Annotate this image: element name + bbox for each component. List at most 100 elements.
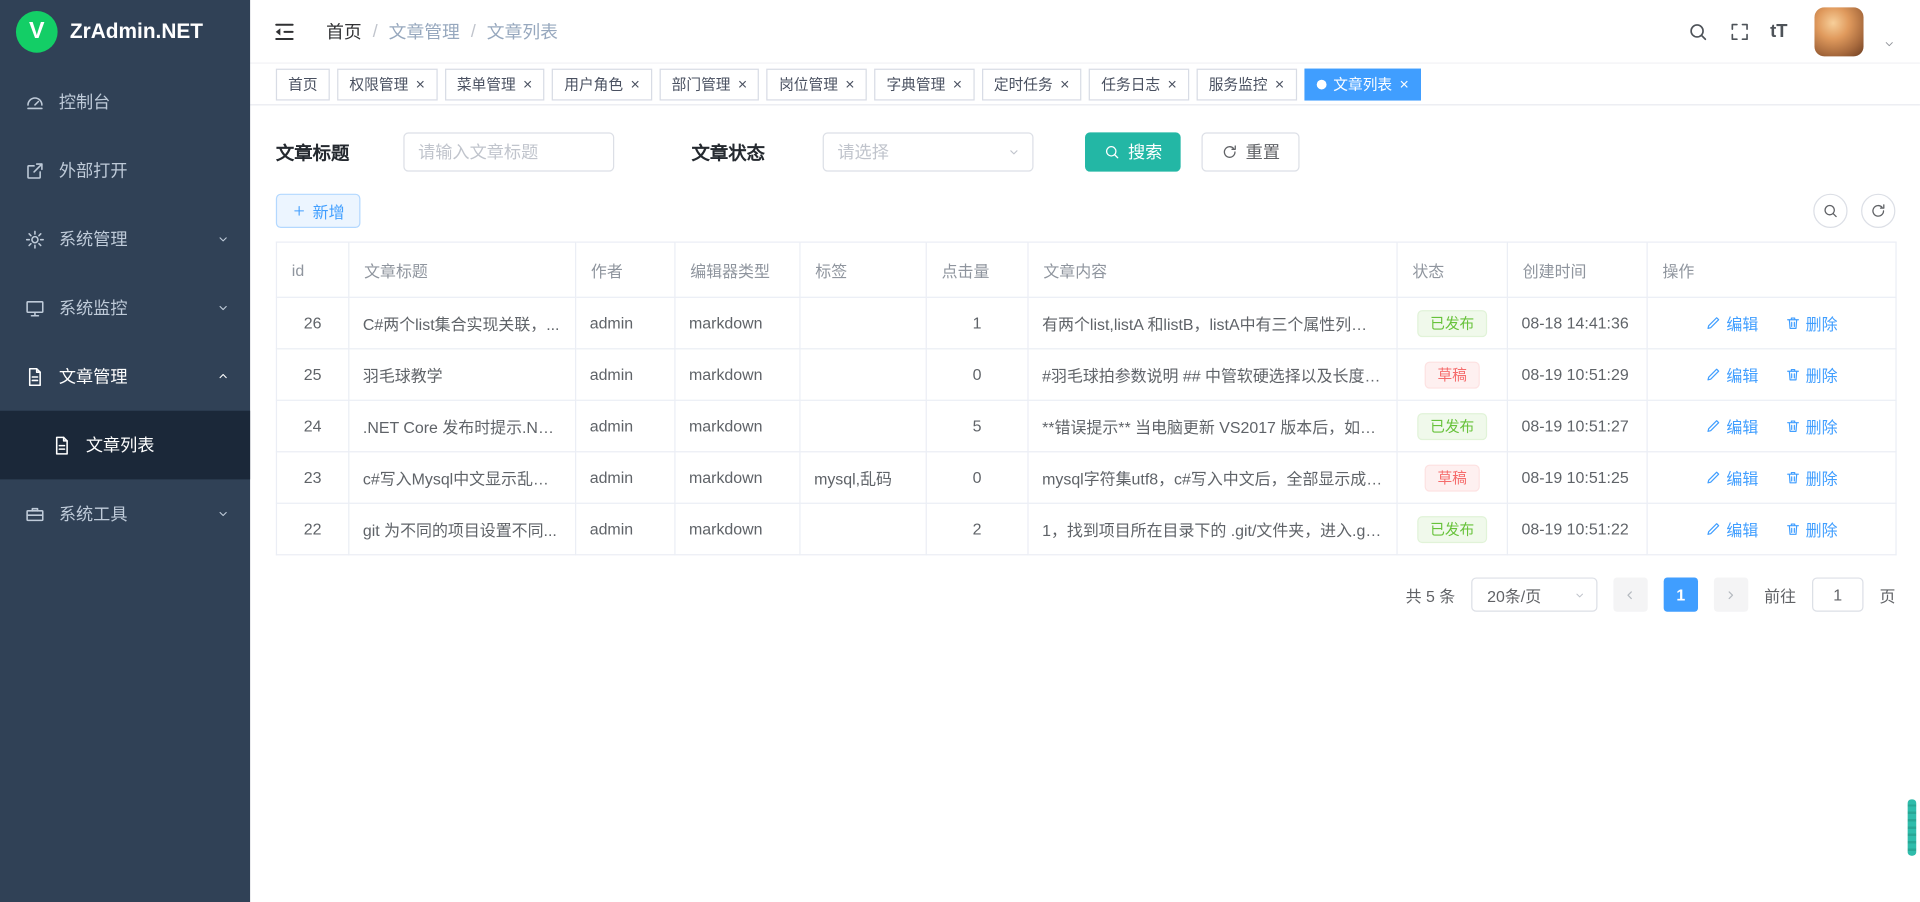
scrollbar-thumb[interactable]	[1908, 799, 1917, 855]
sidebar-item-external[interactable]: 外部打开	[0, 136, 250, 205]
sidebar-item-label: 系统监控	[59, 295, 128, 320]
tab-permission[interactable]: 权限管理×	[337, 68, 437, 100]
avatar[interactable]	[1814, 7, 1863, 56]
tab-user-role[interactable]: 用户角色 ×	[552, 68, 652, 100]
column-header-hits: 点击量	[926, 242, 1028, 297]
breadcrumb: 首页 / 文章管理 / 文章列表	[326, 18, 558, 44]
reset-button-label: 重置	[1246, 140, 1280, 165]
logo[interactable]: V ZrAdmin.NET	[0, 0, 250, 64]
close-icon[interactable]: ×	[523, 76, 532, 92]
search-button[interactable]: 搜索	[1085, 132, 1181, 171]
cell-editor: markdown	[675, 503, 800, 554]
sort-icon[interactable]	[310, 259, 320, 281]
cell-editor: markdown	[675, 349, 800, 400]
status-badge: 已发布	[1418, 413, 1487, 440]
cell-tags	[800, 400, 926, 451]
sort-icon[interactable]	[1450, 259, 1460, 281]
close-icon[interactable]: ×	[1275, 76, 1284, 92]
tab-home[interactable]: 首页	[276, 68, 330, 100]
status-badge: 草稿	[1425, 464, 1479, 491]
font-size-icon[interactable]: tT	[1770, 21, 1787, 42]
tab-post[interactable]: 岗位管理×	[767, 68, 867, 100]
chevron-down-icon	[1007, 145, 1022, 160]
sidebar-item-dashboard[interactable]: 控制台	[0, 67, 250, 136]
delete-button[interactable]: 删除	[1785, 311, 1838, 334]
close-icon[interactable]: ×	[738, 76, 747, 92]
next-page-button[interactable]	[1714, 577, 1748, 611]
edit-label: 编辑	[1726, 363, 1758, 386]
cell-hits: 0	[926, 349, 1028, 400]
reset-button[interactable]: 重置	[1202, 132, 1300, 171]
sidebar-item-monitor[interactable]: 系统监控	[0, 273, 250, 342]
breadcrumb-item[interactable]: 文章管理	[389, 18, 460, 44]
goto-page-input[interactable]	[1812, 577, 1863, 611]
close-icon[interactable]: ×	[416, 76, 425, 92]
edit-button[interactable]: 编辑	[1706, 363, 1759, 386]
column-header-content: 文章内容	[1028, 242, 1397, 297]
breadcrumb-separator: /	[373, 21, 378, 41]
edit-button[interactable]: 编辑	[1706, 311, 1759, 334]
column-header-status[interactable]: 状态	[1397, 242, 1507, 297]
fullscreen-icon[interactable]	[1728, 20, 1750, 42]
close-icon[interactable]: ×	[953, 76, 962, 92]
sidebar-item-system[interactable]: 系统管理	[0, 205, 250, 274]
page-number-button[interactable]: 1	[1664, 577, 1698, 611]
tab-cron[interactable]: 定时任务×	[982, 68, 1082, 100]
article-status-select[interactable]: 请选择	[823, 132, 1034, 171]
add-button[interactable]: 新增	[276, 194, 361, 228]
edit-label: 编辑	[1726, 414, 1758, 437]
close-icon[interactable]: ×	[1399, 76, 1408, 92]
sidebar-item-article[interactable]: 文章管理	[0, 342, 250, 411]
cell-status: 已发布	[1397, 503, 1507, 554]
close-icon[interactable]: ×	[1168, 76, 1177, 92]
add-button-label: 新增	[313, 199, 345, 222]
close-icon[interactable]: ×	[630, 76, 639, 92]
breadcrumb-item[interactable]: 首页	[326, 18, 362, 44]
sidebar-item-label: 系统工具	[59, 501, 128, 526]
close-icon[interactable]: ×	[1060, 76, 1069, 92]
tab-service-monitor[interactable]: 服务监控×	[1196, 68, 1296, 100]
tab-dept[interactable]: 部门管理×	[659, 68, 759, 100]
article-title-input[interactable]	[403, 132, 614, 171]
chevron-down-icon[interactable]	[1883, 37, 1895, 49]
sidebar-item-article-list[interactable]: 文章列表	[0, 411, 250, 480]
cell-tags	[800, 297, 926, 348]
column-header-id[interactable]: id	[276, 242, 348, 297]
close-icon[interactable]: ×	[845, 76, 854, 92]
delete-button[interactable]: 删除	[1785, 363, 1838, 386]
monitor-icon	[25, 297, 46, 318]
page-size-value: 20条/页	[1487, 583, 1541, 606]
table-toolbar: 新增	[276, 194, 1896, 228]
tab-dict[interactable]: 字典管理×	[874, 68, 974, 100]
delete-button[interactable]: 删除	[1785, 466, 1838, 489]
tab-label: 用户角色	[564, 74, 623, 95]
column-label: 标签	[815, 262, 847, 280]
sidebar-item-tools[interactable]: 系统工具	[0, 479, 250, 548]
tab-job-log[interactable]: 任务日志×	[1089, 68, 1189, 100]
cell-author: admin	[576, 400, 675, 451]
search-icon[interactable]	[1687, 20, 1709, 42]
cell-created: 08-19 10:51:29	[1507, 349, 1647, 400]
prev-page-button[interactable]	[1613, 577, 1647, 611]
goto-label: 前往	[1764, 583, 1796, 606]
breadcrumb-item[interactable]: 文章列表	[487, 18, 558, 44]
tab-menu[interactable]: 菜单管理×	[445, 68, 545, 100]
edit-button[interactable]: 编辑	[1706, 517, 1759, 540]
refresh-icon[interactable]	[1861, 194, 1895, 228]
delete-button[interactable]: 删除	[1785, 414, 1838, 437]
collapse-menu-icon[interactable]	[272, 19, 297, 44]
cell-title: c#写入Mysql中文显示乱码 ...	[349, 452, 576, 503]
tab-article-list[interactable]: 文章列表×	[1304, 68, 1421, 100]
delete-label: 删除	[1806, 363, 1838, 386]
edit-button[interactable]: 编辑	[1706, 414, 1759, 437]
show-search-icon[interactable]	[1813, 194, 1847, 228]
sidebar-item-label: 外部打开	[59, 158, 128, 183]
delete-button[interactable]: 删除	[1785, 517, 1838, 540]
cell-hits: 1	[926, 297, 1028, 348]
column-header-created: 创建时间	[1507, 242, 1647, 297]
dashboard-icon	[25, 91, 46, 112]
column-label: 编辑器类型	[690, 262, 770, 280]
page-size-select[interactable]: 20条/页	[1471, 577, 1597, 611]
edit-button[interactable]: 编辑	[1706, 466, 1759, 489]
delete-label: 删除	[1806, 414, 1838, 437]
